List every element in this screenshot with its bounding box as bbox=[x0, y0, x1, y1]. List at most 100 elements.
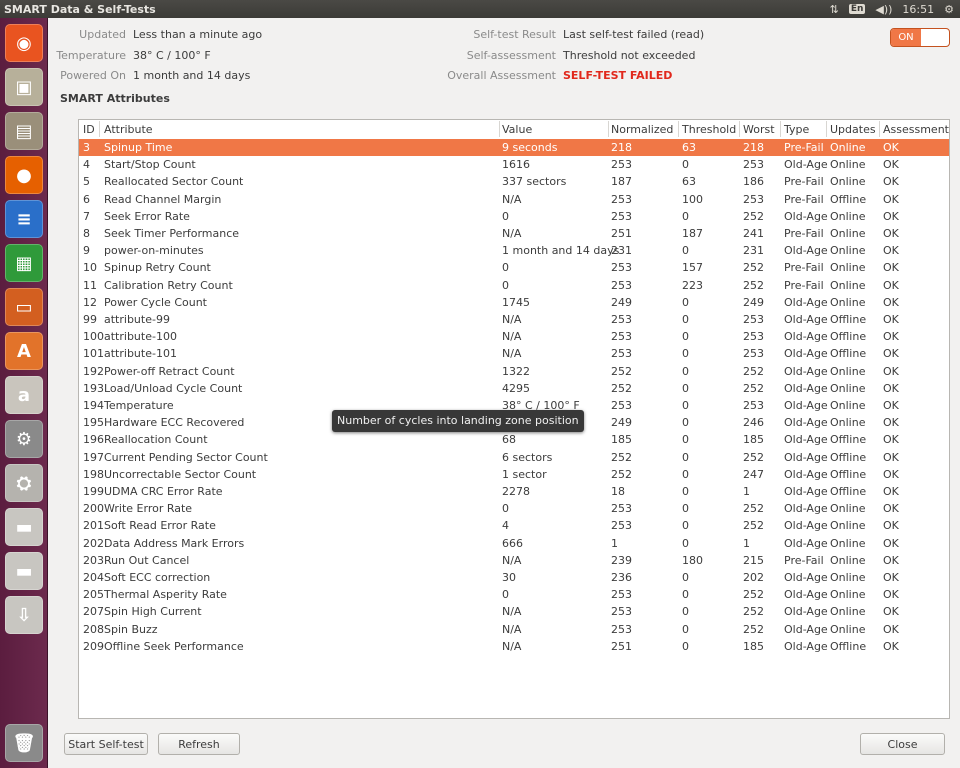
table-row[interactable]: 208 Spin Buzz N/A 253 0 252 Old-Age Online OK bbox=[79, 621, 949, 638]
col-updates-cell: Online bbox=[830, 536, 866, 550]
col-value-cell: 666 bbox=[502, 536, 523, 550]
amazon-icon[interactable]: a bbox=[5, 376, 43, 414]
keyboard-indicator[interactable]: En bbox=[848, 4, 866, 14]
clock[interactable]: 16:51 bbox=[902, 3, 934, 16]
col-normalized-cell: 218 bbox=[611, 141, 632, 154]
col-attribute-cell: Temperature bbox=[104, 399, 174, 412]
col-updates-cell: Online bbox=[830, 519, 866, 533]
table-row[interactable]: 198 Uncorrectable Sector Count 1 sector 252… bbox=[79, 466, 949, 483]
table-row[interactable]: 207 Spin High Current N/A 253 0 252 Old-Age Onl… bbox=[79, 603, 949, 620]
col-attribute-header[interactable]: Attribute bbox=[104, 122, 153, 138]
col-worst-header[interactable]: Worst bbox=[743, 122, 775, 138]
col-threshold-cell: 0 bbox=[682, 244, 689, 258]
table-row[interactable]: 192 Power-off Retract Count 1322 252 0 252 Old… bbox=[79, 363, 949, 380]
col-id-cell: 209 bbox=[83, 639, 104, 653]
table-row[interactable]: 5 Reallocated Sector Count 337 sectors 187 6… bbox=[79, 173, 949, 190]
shotwell-icon[interactable]: ▣ bbox=[5, 68, 43, 106]
table-row[interactable]: 100 attribute-100 N/A 253 0 253 Old-Age Offline… bbox=[79, 328, 949, 345]
column-separator[interactable] bbox=[608, 121, 609, 137]
col-threshold-header[interactable]: Threshold bbox=[682, 122, 736, 138]
col-normalized-header[interactable]: Normalized bbox=[611, 122, 673, 138]
usb-icon[interactable]: ⇩ bbox=[5, 596, 43, 634]
close-button[interactable]: Close bbox=[860, 733, 945, 755]
col-updates-cell: Online bbox=[830, 502, 866, 516]
column-separator[interactable] bbox=[499, 121, 500, 137]
col-type-cell: Old-Age bbox=[784, 639, 828, 653]
col-type-cell: Old-Age bbox=[784, 571, 828, 584]
col-value-cell: 337 sectors bbox=[502, 175, 567, 189]
files-icon[interactable]: ▤ bbox=[5, 112, 43, 150]
table-row[interactable]: 9 power-on-minutes 1 month and 14 days 231 0… bbox=[79, 242, 949, 259]
col-id-cell: 7 bbox=[83, 209, 90, 223]
column-separator[interactable] bbox=[879, 121, 880, 137]
disks-icon[interactable]: ⛭ bbox=[5, 464, 43, 502]
col-threshold-cell: 0 bbox=[682, 519, 689, 533]
col-normalized-cell: 252 bbox=[611, 450, 632, 464]
col-worst-cell: 253 bbox=[743, 192, 764, 206]
table-row[interactable]: 202 Data Address Mark Errors 666 1 0 1 Old-Age… bbox=[79, 535, 949, 552]
col-assessment-cell: OK bbox=[883, 399, 899, 412]
table-row[interactable]: 204 Soft ECC correction 30 236 0 202 Old-Age On… bbox=[79, 569, 949, 586]
table-row[interactable]: 199 UDMA CRC Error Rate 2278 18 0 1 Old-Age Off… bbox=[79, 483, 949, 500]
table-row[interactable]: 3 Spinup Time 9 seconds 218 63 218 Pre-Fail Onl… bbox=[79, 139, 949, 156]
powered-on-value: 1 month and 14 days bbox=[133, 69, 251, 82]
top-panel: SMART Data & Self-Tests ⇅ En ◀)) 16:51 ⚙ bbox=[0, 0, 960, 18]
software-center-icon[interactable]: A bbox=[5, 332, 43, 370]
table-row[interactable]: 11 Calibration Retry Count 0 253 223 252 Pre-F… bbox=[79, 277, 949, 294]
drive2-icon[interactable]: ▬ bbox=[5, 552, 43, 590]
col-id-cell: 12 bbox=[83, 295, 97, 309]
table-row[interactable]: 203 Run Out Cancel N/A 239 180 215 Pre-Fail Onl… bbox=[79, 552, 949, 569]
table-row[interactable]: 196 Reallocation Count 68 185 0 185 Old-Age Off… bbox=[79, 431, 949, 448]
column-separator[interactable] bbox=[739, 121, 740, 137]
col-attribute-cell: attribute-100 bbox=[104, 330, 177, 344]
col-threshold-cell: 223 bbox=[682, 278, 703, 292]
column-separator[interactable] bbox=[780, 121, 781, 137]
col-value-cell: N/A bbox=[502, 622, 522, 636]
column-separator[interactable] bbox=[99, 121, 100, 137]
table-row[interactable]: 200 Write Error Rate 0 253 0 252 Old-Age Online… bbox=[79, 500, 949, 517]
table-row[interactable]: 99 attribute-99 N/A 253 0 253 Old-Age Offline OK bbox=[79, 311, 949, 328]
impress-icon[interactable]: ▭ bbox=[5, 288, 43, 326]
table-row[interactable]: 8 Seek Timer Performance N/A 251 187 241 Pre-F… bbox=[79, 225, 949, 242]
network-icon[interactable]: ⇅ bbox=[830, 3, 839, 16]
table-row[interactable]: 205 Thermal Asperity Rate 0 253 0 252 Old-Age O… bbox=[79, 586, 949, 603]
table-row[interactable]: 6 Read Channel Margin N/A 253 100 253 Pre-Fail… bbox=[79, 191, 949, 208]
column-separator[interactable] bbox=[826, 121, 827, 137]
table-row[interactable]: 12 Power Cycle Count 1745 249 0 249 Old-Age Onl… bbox=[79, 294, 949, 311]
start-selftest-button[interactable]: Start Self-test bbox=[64, 733, 148, 755]
col-type-cell: Old-Age bbox=[784, 433, 828, 447]
col-updates-cell: Online bbox=[830, 381, 866, 395]
col-id-cell: 205 bbox=[83, 588, 104, 602]
col-id-header[interactable]: ID bbox=[83, 122, 95, 138]
table-row[interactable]: 10 Spinup Retry Count 0 253 157 252 Pre-Fail On… bbox=[79, 259, 949, 276]
col-assessment-cell: OK bbox=[883, 519, 899, 533]
table-row[interactable]: 7 Seek Error Rate 0 253 0 252 Old-Age Online OK bbox=[79, 208, 949, 225]
calc-icon[interactable]: ▦ bbox=[5, 244, 43, 282]
table-row[interactable]: 4 Start/Stop Count 1616 253 0 253 Old-Age Onlin… bbox=[79, 156, 949, 173]
col-value-header[interactable]: Value bbox=[502, 122, 532, 138]
col-id-cell: 5 bbox=[83, 175, 90, 189]
gear-icon[interactable]: ⚙ bbox=[944, 3, 954, 16]
col-attribute-cell: power-on-minutes bbox=[104, 244, 204, 258]
col-threshold-cell: 0 bbox=[682, 416, 689, 430]
system-settings-icon[interactable]: ⚙ bbox=[5, 420, 43, 458]
table-row[interactable]: 193 Load/Unload Cycle Count 4295 252 0 252 Old… bbox=[79, 380, 949, 397]
drive-icon[interactable]: ▬ bbox=[5, 508, 43, 546]
trash-icon[interactable]: 🗑 bbox=[5, 724, 43, 762]
table-row[interactable]: 209 Offline Seek Performance N/A 251 0 185 Old… bbox=[79, 638, 949, 655]
refresh-button[interactable]: Refresh bbox=[158, 733, 240, 755]
col-worst-cell: 253 bbox=[743, 158, 764, 172]
firefox-icon[interactable]: ● bbox=[5, 156, 43, 194]
col-assessment-cell: OK bbox=[883, 364, 899, 378]
col-assessment-header[interactable]: Assessment bbox=[883, 122, 949, 138]
column-separator[interactable] bbox=[678, 121, 679, 137]
ubuntu-dash-icon[interactable]: ◉ bbox=[5, 24, 43, 62]
table-row[interactable]: 101 attribute-101 N/A 253 0 253 Old-Age Offline… bbox=[79, 345, 949, 362]
col-type-header[interactable]: Type bbox=[784, 122, 809, 138]
table-row[interactable]: 201 Soft Read Error Rate 4 253 0 252 Old-Age On… bbox=[79, 517, 949, 534]
smart-enable-toggle[interactable]: ON bbox=[890, 28, 950, 47]
col-updates-header[interactable]: Updates bbox=[830, 122, 876, 138]
volume-icon[interactable]: ◀)) bbox=[875, 3, 892, 16]
table-row[interactable]: 197 Current Pending Sector Count 6 sectors… bbox=[79, 449, 949, 466]
writer-icon[interactable]: ≡ bbox=[5, 200, 43, 238]
